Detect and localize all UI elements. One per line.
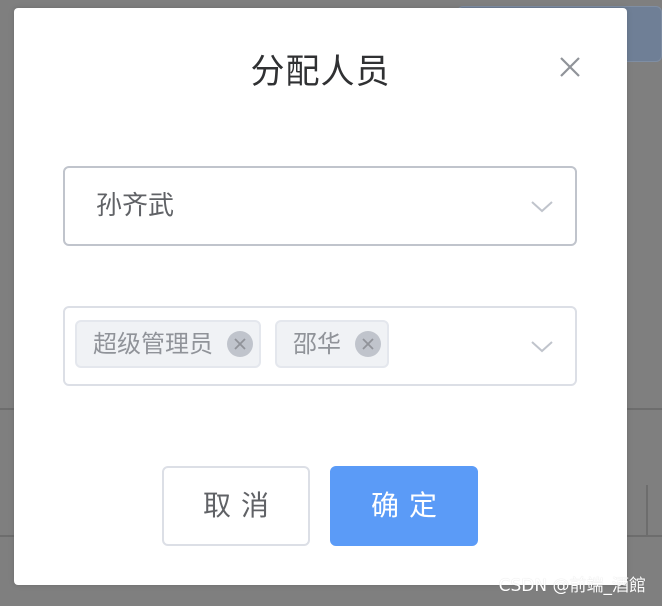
user-select-value: 孙齐武 bbox=[96, 191, 175, 221]
close-icon[interactable] bbox=[557, 54, 583, 80]
role-select[interactable]: 超级管理员 邵华 bbox=[63, 306, 577, 386]
cancel-button[interactable]: 取消 bbox=[162, 466, 310, 546]
tag-super-admin: 超级管理员 bbox=[75, 320, 261, 368]
background-divider bbox=[627, 535, 662, 537]
tag-shaohua: 邵华 bbox=[275, 320, 389, 368]
chevron-down-icon bbox=[529, 336, 555, 356]
confirm-button[interactable]: 确定 bbox=[330, 466, 478, 546]
watermark: CSDN @前端_酒館 bbox=[498, 576, 646, 596]
chevron-down-icon bbox=[529, 196, 555, 216]
tag-remove-icon[interactable] bbox=[227, 331, 253, 357]
user-select[interactable]: 孙齐武 bbox=[63, 166, 577, 246]
background-divider bbox=[0, 408, 14, 410]
background-divider bbox=[627, 408, 662, 410]
tag-remove-icon[interactable] bbox=[355, 331, 381, 357]
background-divider bbox=[0, 535, 14, 537]
tag-label: 超级管理员 bbox=[93, 330, 213, 358]
tag-label: 邵华 bbox=[293, 330, 341, 358]
assign-personnel-dialog: 分配人员 孙齐武 超级管理员 邵华 取消 确定 bbox=[14, 8, 627, 585]
dialog-title: 分配人员 bbox=[250, 52, 391, 92]
background-divider bbox=[646, 485, 648, 535]
